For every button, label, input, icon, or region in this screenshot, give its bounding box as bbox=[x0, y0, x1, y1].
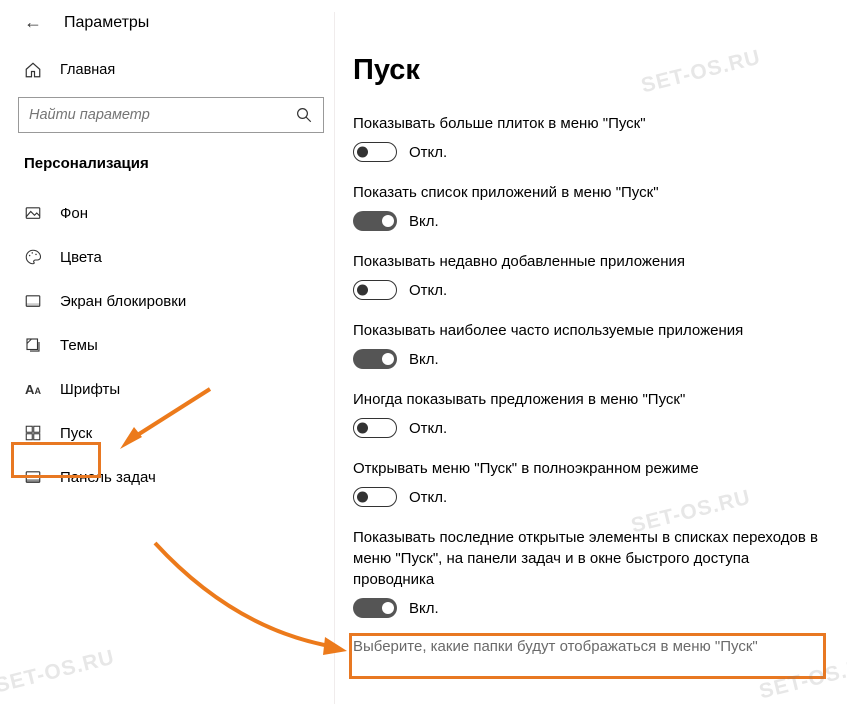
sidebar-item-label: Темы bbox=[60, 337, 98, 354]
sidebar-item-background[interactable]: Фон bbox=[18, 192, 324, 234]
setting-label: Показывать последние открытые элементы в… bbox=[353, 527, 823, 590]
choose-folders-link[interactable]: Выберите, какие папки будут отображаться… bbox=[353, 638, 823, 655]
toggle-most-used[interactable] bbox=[353, 349, 397, 369]
setting-label: Иногда показывать предложения в меню "Пу… bbox=[353, 389, 823, 410]
sidebar-item-start[interactable]: Пуск bbox=[18, 412, 324, 454]
toggle-state-text: Откл. bbox=[409, 282, 447, 299]
app-title: Параметры bbox=[64, 14, 149, 32]
toggle-state-text: Откл. bbox=[409, 489, 447, 506]
setting-label: Открывать меню "Пуск" в полноэкранном ре… bbox=[353, 458, 823, 479]
setting-recent-items: Показывать последние открытые элементы в… bbox=[353, 527, 823, 618]
toggle-suggestions[interactable] bbox=[353, 418, 397, 438]
themes-icon bbox=[24, 336, 42, 354]
setting-label: Показать список приложений в меню "Пуск" bbox=[353, 182, 823, 203]
page-title: Пуск bbox=[353, 54, 823, 87]
toggle-state-text: Откл. bbox=[409, 420, 447, 437]
sidebar-item-lockscreen[interactable]: Экран блокировки bbox=[18, 280, 324, 322]
setting-label: Показывать недавно добавленные приложени… bbox=[353, 251, 823, 272]
picture-icon bbox=[24, 204, 42, 222]
sidebar-item-label: Цвета bbox=[60, 249, 102, 266]
home-link[interactable]: Главная bbox=[18, 51, 324, 97]
sidebar-item-label: Фон bbox=[60, 205, 88, 222]
setting-fullscreen: Открывать меню "Пуск" в полноэкранном ре… bbox=[353, 458, 823, 507]
search-icon bbox=[295, 106, 313, 124]
setting-suggestions: Иногда показывать предложения в меню "Пу… bbox=[353, 389, 823, 438]
sidebar-item-label: Шрифты bbox=[60, 381, 120, 398]
sidebar: ← Параметры Главная Персонализация Фон bbox=[0, 12, 335, 704]
search-input[interactable] bbox=[29, 107, 295, 123]
setting-most-used: Показывать наиболее часто используемые п… bbox=[353, 320, 823, 369]
toggle-state-text: Откл. bbox=[409, 144, 447, 161]
toggle-state-text: Вкл. bbox=[409, 600, 439, 617]
setting-label: Показывать наиболее часто используемые п… bbox=[353, 320, 823, 341]
palette-icon bbox=[24, 248, 42, 266]
sidebar-item-themes[interactable]: Темы bbox=[18, 324, 324, 366]
lockscreen-icon bbox=[24, 292, 42, 310]
setting-recent-apps: Показывать недавно добавленные приложени… bbox=[353, 251, 823, 300]
toggle-recent-apps[interactable] bbox=[353, 280, 397, 300]
sidebar-item-colors[interactable]: Цвета bbox=[18, 236, 324, 278]
setting-more-tiles: Показывать больше плиток в меню "Пуск" О… bbox=[353, 113, 823, 162]
sidebar-item-label: Экран блокировки bbox=[60, 293, 186, 310]
sidebar-item-label: Панель задач bbox=[60, 469, 156, 486]
toggle-fullscreen[interactable] bbox=[353, 487, 397, 507]
sidebar-item-fonts[interactable]: AA Шрифты bbox=[18, 368, 324, 410]
sidebar-section-title: Персонализация bbox=[24, 155, 324, 172]
setting-app-list: Показать список приложений в меню "Пуск"… bbox=[353, 182, 823, 231]
back-button[interactable]: ← bbox=[24, 12, 42, 33]
content: Пуск Показывать больше плиток в меню "Пу… bbox=[335, 12, 847, 704]
setting-label: Показывать больше плиток в меню "Пуск" bbox=[353, 113, 823, 134]
toggle-state-text: Вкл. bbox=[409, 351, 439, 368]
fonts-icon: AA bbox=[24, 383, 42, 396]
start-icon bbox=[24, 424, 42, 442]
sidebar-item-taskbar[interactable]: Панель задач bbox=[18, 456, 324, 498]
toggle-app-list[interactable] bbox=[353, 211, 397, 231]
sidebar-item-label: Пуск bbox=[60, 425, 92, 442]
home-label: Главная bbox=[60, 62, 115, 78]
taskbar-icon bbox=[24, 468, 42, 486]
search-box[interactable] bbox=[18, 97, 324, 133]
toggle-recent-items[interactable] bbox=[353, 598, 397, 618]
home-icon bbox=[24, 61, 42, 79]
toggle-more-tiles[interactable] bbox=[353, 142, 397, 162]
toggle-state-text: Вкл. bbox=[409, 213, 439, 230]
